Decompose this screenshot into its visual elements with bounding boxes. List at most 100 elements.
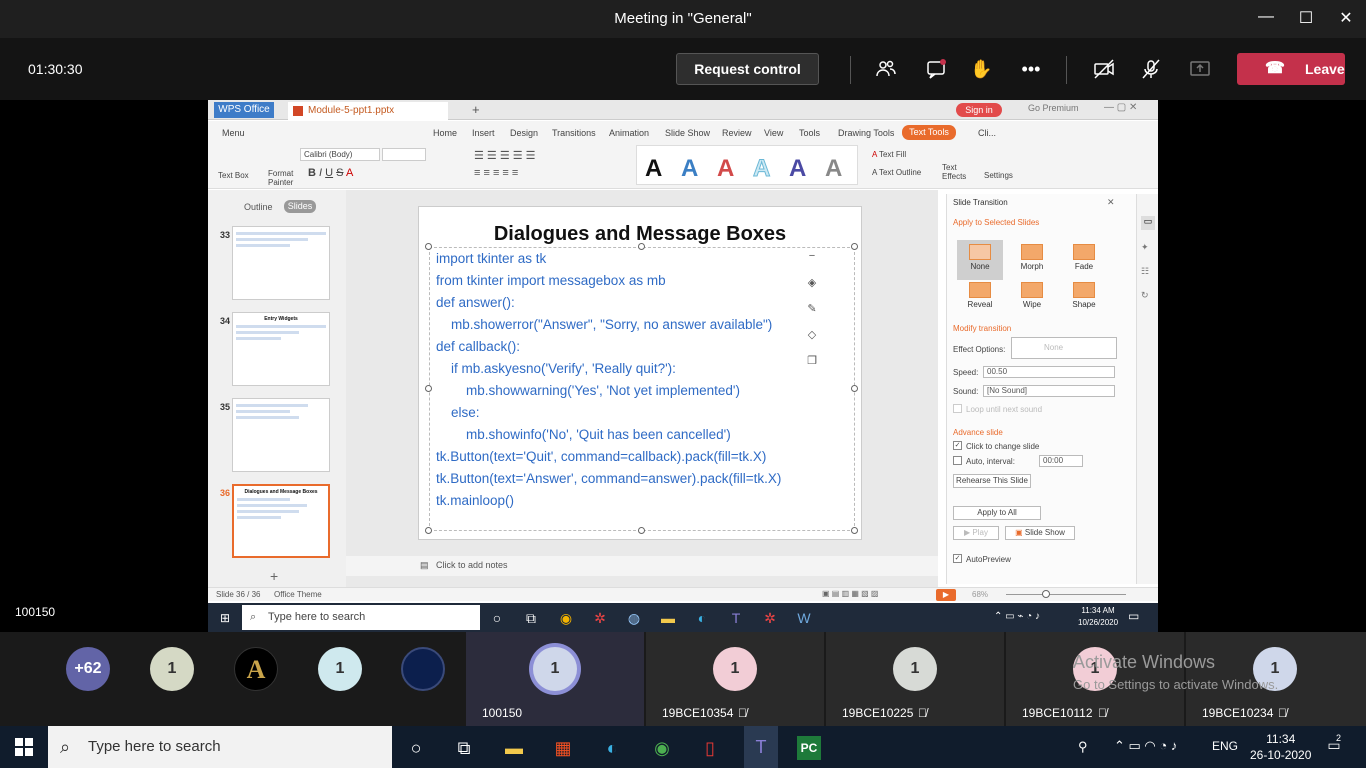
- cortana-icon[interactable]: ○: [404, 736, 428, 760]
- layers-icon[interactable]: ◈: [804, 276, 820, 292]
- pycharm-icon[interactable]: PC: [797, 736, 821, 760]
- shared-search-box[interactable]: ⌕ Type here to search: [242, 605, 480, 630]
- autopreview-checkbox[interactable]: ✓: [953, 554, 962, 563]
- resize-handle[interactable]: [638, 243, 645, 250]
- task-view-icon[interactable]: ⧉: [452, 736, 476, 760]
- cortana-icon[interactable]: ○: [488, 609, 506, 627]
- menu-text-tools[interactable]: Text Tools: [902, 125, 956, 140]
- menu-design[interactable]: Design: [510, 128, 538, 138]
- menu-search[interactable]: Cli...: [978, 128, 996, 138]
- paragraph-icons[interactable]: ☰ ☰ ☰ ☰ ☰: [474, 149, 536, 162]
- participant-tile[interactable]: 1 19BCE10354 🎙̸: [646, 632, 824, 726]
- zoom-slider[interactable]: [1006, 594, 1126, 595]
- zoom-slider-thumb[interactable]: [1042, 590, 1050, 598]
- share-tray-icon[interactable]: [1189, 58, 1211, 80]
- font-size-select[interactable]: [382, 148, 426, 161]
- apply-all-button[interactable]: Apply to All: [953, 506, 1041, 520]
- settings-button[interactable]: Settings: [984, 171, 1013, 180]
- menu-transitions[interactable]: Transitions: [552, 128, 596, 138]
- file-explorer-icon[interactable]: ▬: [659, 609, 677, 627]
- app-icon[interactable]: ◍: [625, 609, 643, 627]
- chrome-icon[interactable]: ◉: [557, 609, 575, 627]
- transition-reveal[interactable]: Reveal: [957, 278, 1003, 318]
- loop-checkbox[interactable]: [953, 404, 962, 413]
- resize-handle[interactable]: [851, 385, 858, 392]
- menu-view[interactable]: View: [764, 128, 783, 138]
- pane-close-icon[interactable]: ✕: [1107, 197, 1115, 208]
- play-slideshow-icon[interactable]: ▶: [936, 589, 956, 601]
- text-fill-button[interactable]: A Text Fill: [872, 150, 906, 159]
- bold-italic-underline-icons[interactable]: B I U S A: [308, 167, 353, 179]
- transition-morph[interactable]: Morph: [1009, 240, 1055, 280]
- resize-handle[interactable]: [851, 243, 858, 250]
- slide-thumbnail[interactable]: Entry Widgets: [232, 312, 330, 386]
- resize-handle[interactable]: [425, 527, 432, 534]
- resize-handle[interactable]: [425, 243, 432, 250]
- play-button[interactable]: ▶ Play: [953, 526, 999, 540]
- new-tab-icon[interactable]: +: [472, 102, 480, 117]
- app-icon[interactable]: ✲: [761, 609, 779, 627]
- teams-icon[interactable]: T: [744, 726, 778, 768]
- slide-thumbnail[interactable]: [232, 226, 330, 300]
- wordart-style-5[interactable]: A: [789, 155, 806, 183]
- slide-thumbnail[interactable]: [232, 398, 330, 472]
- participant-avatar[interactable]: 1: [150, 647, 194, 691]
- collapse-icon[interactable]: −: [804, 250, 820, 266]
- windows-start-icon[interactable]: [15, 738, 33, 756]
- app-icon[interactable]: ✲: [591, 609, 609, 627]
- wps-office-tab[interactable]: WPS Office: [214, 102, 274, 118]
- history-icon[interactable]: ↻: [1141, 290, 1149, 301]
- system-tray-icons[interactable]: ⌃ ▭ ◠ ◔ ♪: [1114, 738, 1177, 754]
- align-icons[interactable]: ≡ ≡ ≡ ≡ ≡: [474, 167, 518, 179]
- wordart-style-6[interactable]: A: [825, 155, 842, 183]
- store-icon[interactable]: ▦: [551, 736, 575, 760]
- more-options-icon[interactable]: •••: [1020, 58, 1042, 80]
- menu-tools[interactable]: Tools: [799, 128, 820, 138]
- resize-handle[interactable]: [425, 385, 432, 392]
- transition-fade[interactable]: Fade: [1061, 240, 1107, 280]
- participant-avatar-logo[interactable]: A: [234, 647, 278, 691]
- edge-icon[interactable]: ◐: [693, 609, 711, 627]
- signin-button[interactable]: Sign in: [956, 103, 1002, 117]
- text-effects-button[interactable]: Text Effects: [942, 163, 970, 181]
- transition-none[interactable]: None: [957, 240, 1003, 280]
- file-explorer-icon[interactable]: ▬: [502, 736, 526, 760]
- maximize-icon[interactable]: ☐: [1296, 8, 1316, 28]
- menu-animation[interactable]: Animation: [609, 128, 649, 138]
- action-center-icon[interactable]: ▭ 2: [1324, 733, 1344, 755]
- menu-review[interactable]: Review: [722, 128, 752, 138]
- sound-select[interactable]: [No Sound]: [983, 385, 1115, 397]
- menu-slide-show[interactable]: Slide Show: [665, 128, 710, 138]
- properties-icon[interactable]: ☷: [1141, 266, 1149, 277]
- more-participants-button[interactable]: +62: [66, 647, 110, 691]
- click-change-checkbox[interactable]: ✓: [953, 441, 962, 450]
- teams-icon[interactable]: T: [727, 609, 745, 627]
- task-view-icon[interactable]: ⧉: [522, 609, 540, 627]
- auto-interval-checkbox[interactable]: [953, 456, 962, 465]
- notes-bar[interactable]: ▤ Click to add notes: [346, 556, 938, 576]
- taskbar-search-box[interactable]: ⌕ Type here to search: [48, 726, 392, 768]
- participants-icon[interactable]: [875, 58, 897, 80]
- slide-canvas[interactable]: Dialogues and Message Boxes import tkint…: [418, 206, 862, 540]
- copy-icon[interactable]: ❐: [804, 354, 820, 370]
- slide-thumbnail-selected[interactable]: Dialogues and Message Boxes: [232, 484, 330, 558]
- text-box-label[interactable]: Text Box: [218, 171, 249, 180]
- participant-tile[interactable]: 1 100150: [466, 632, 644, 726]
- tab-slides[interactable]: Slides: [284, 200, 316, 213]
- taskbar-clock[interactable]: 11:34 26-10-2020: [1250, 731, 1311, 763]
- camera-off-icon[interactable]: [1093, 58, 1115, 80]
- go-premium-link[interactable]: Go Premium: [1028, 103, 1079, 113]
- slide-show-button[interactable]: ▣ Slide Show: [1005, 526, 1075, 540]
- windows-icon[interactable]: ⊞: [220, 611, 230, 625]
- transition-pane-icon[interactable]: ▭: [1141, 216, 1155, 230]
- notification-icon[interactable]: ▭: [1128, 609, 1139, 623]
- resize-handle[interactable]: [851, 527, 858, 534]
- wordart-style-3[interactable]: A: [717, 155, 734, 183]
- menu-home[interactable]: Home: [433, 128, 457, 138]
- system-tray-icons[interactable]: ⌃ ▭ ⌁ ◔ ♪: [994, 611, 1040, 622]
- transition-wipe[interactable]: Wipe: [1009, 278, 1055, 318]
- mic-off-icon[interactable]: [1140, 58, 1162, 80]
- wordart-style-2[interactable]: A: [681, 155, 698, 183]
- eraser-icon[interactable]: ◇: [804, 328, 820, 344]
- menu-drawing-tools[interactable]: Drawing Tools: [838, 128, 894, 138]
